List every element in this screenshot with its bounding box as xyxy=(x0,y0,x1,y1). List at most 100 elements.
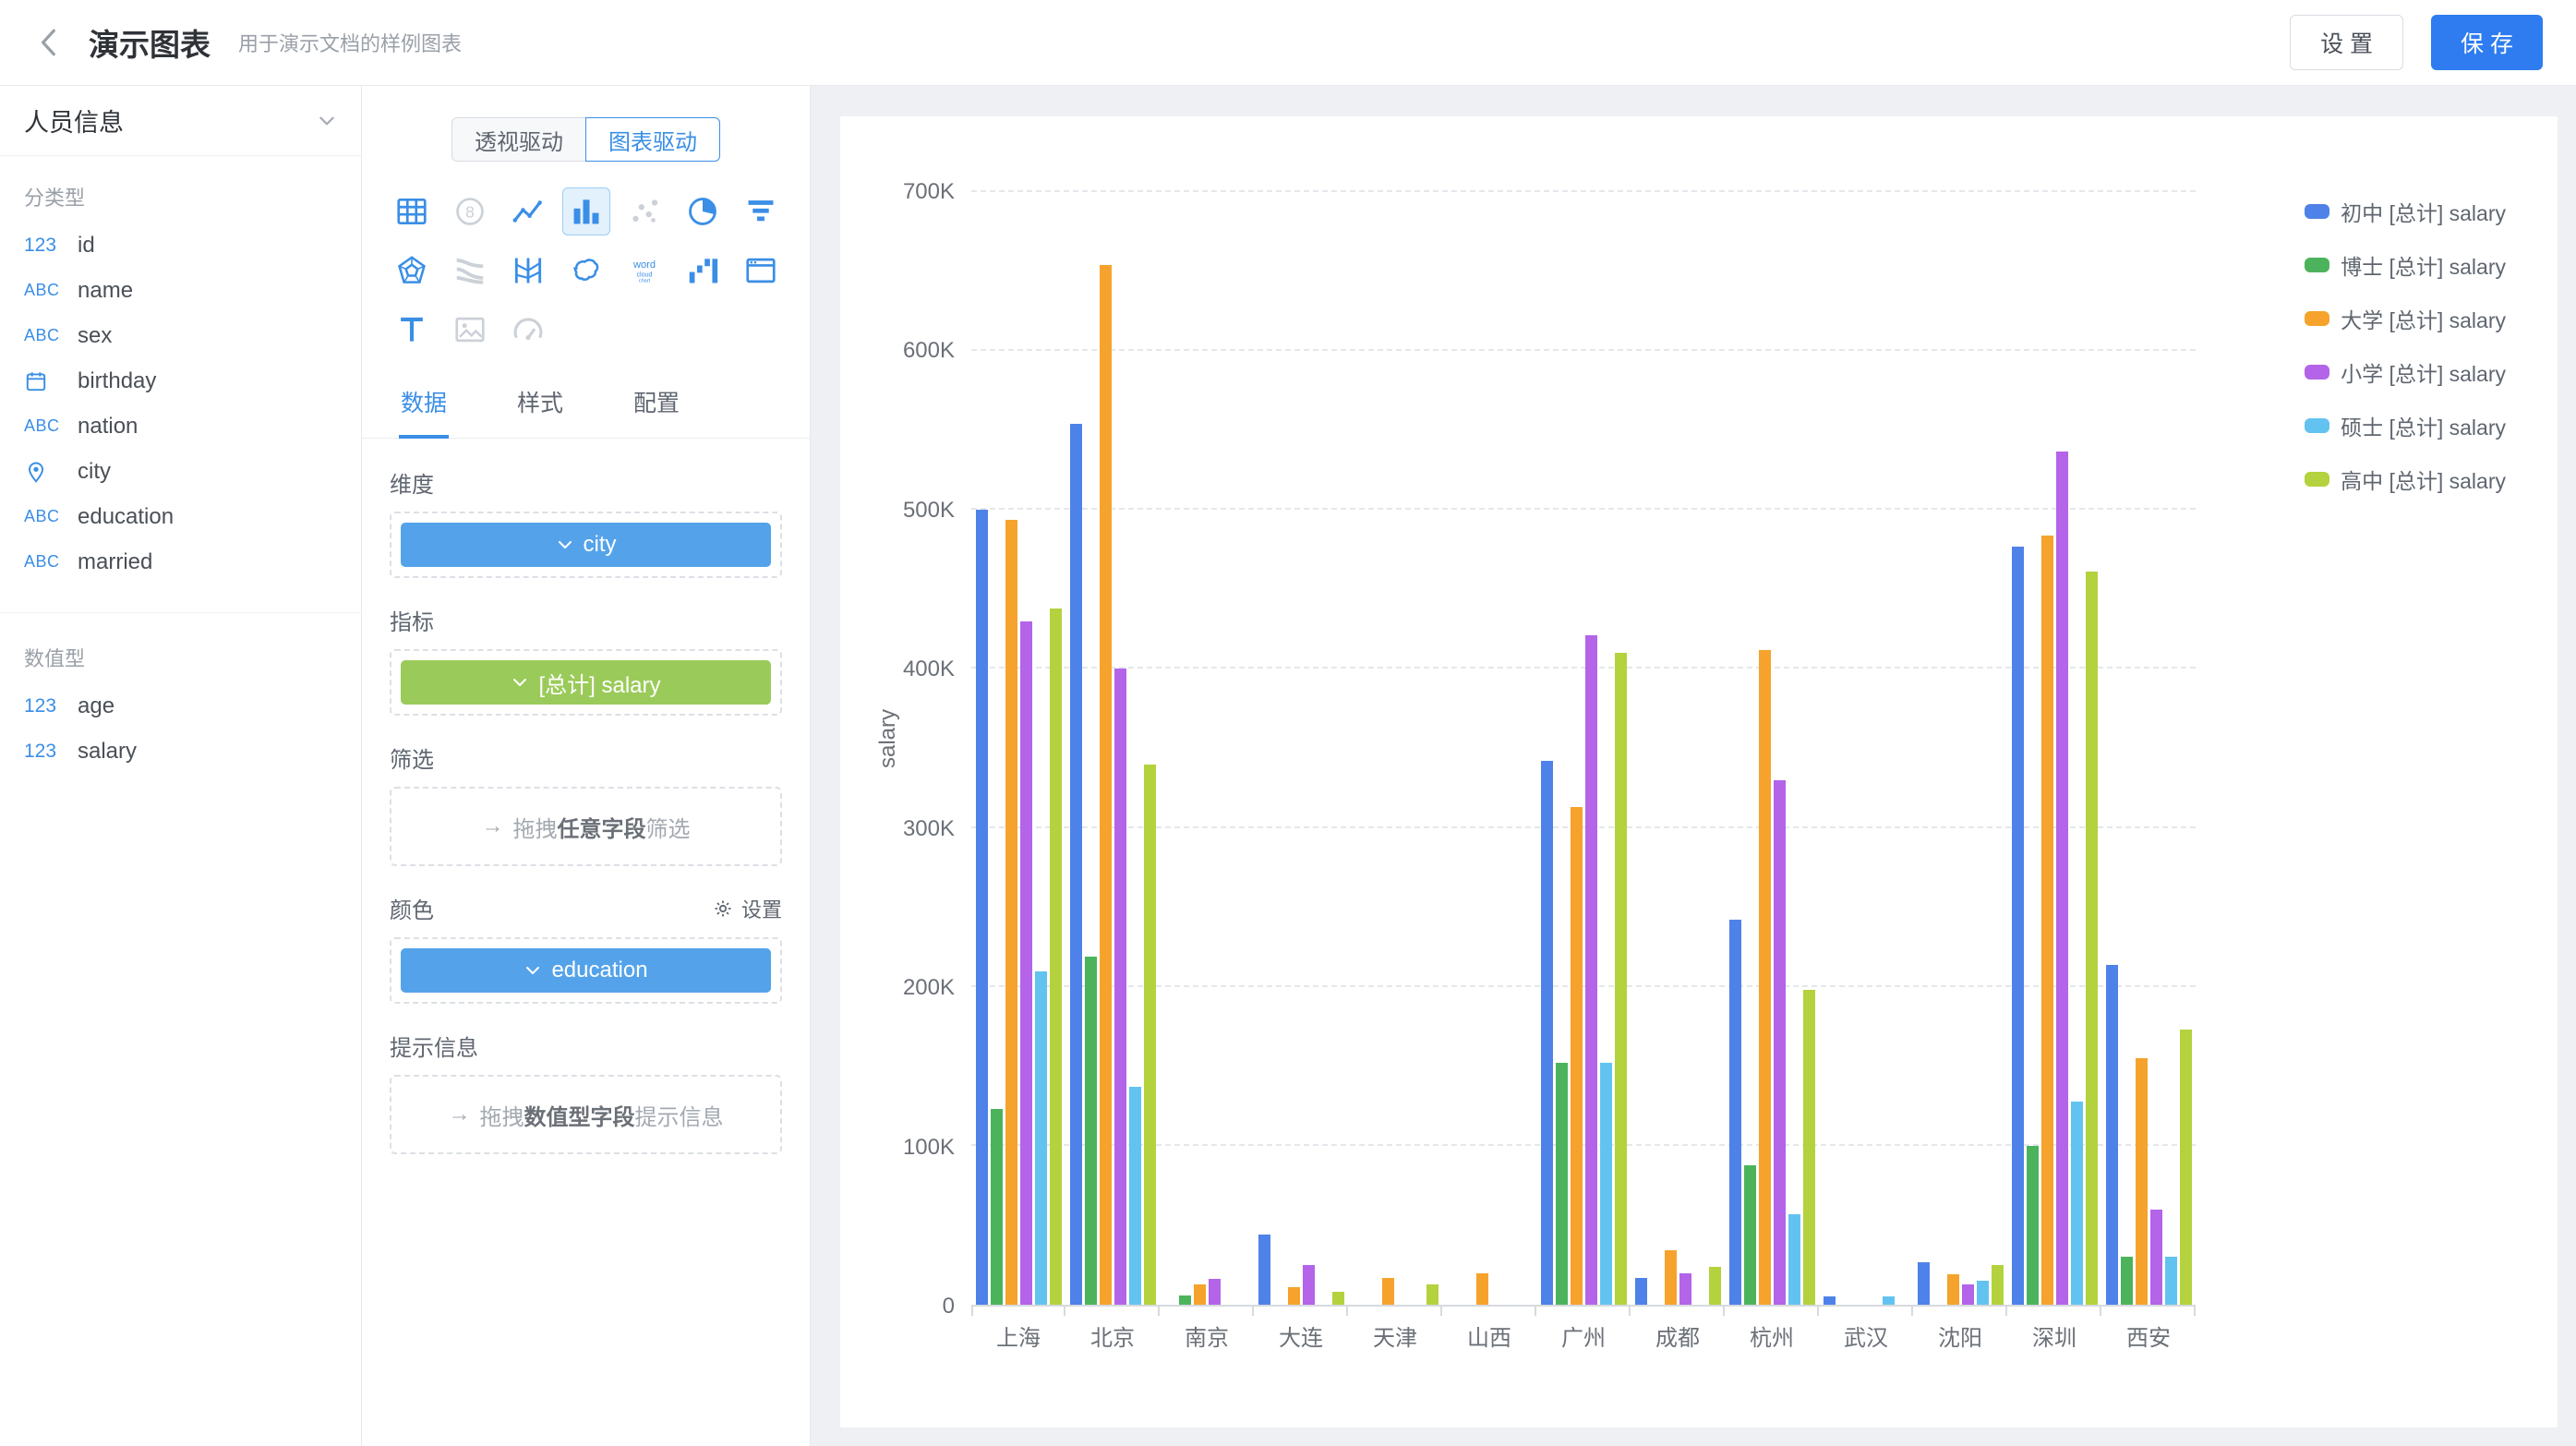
tab-data[interactable]: 数据 xyxy=(399,370,449,439)
mode-tab-pivot[interactable]: 透视驱动 xyxy=(451,117,586,162)
bar[interactable] xyxy=(2086,572,2098,1305)
bar[interactable] xyxy=(2121,1257,2133,1305)
bar[interactable] xyxy=(1615,653,1627,1305)
save-button[interactable]: 保 存 xyxy=(2431,15,2543,70)
bar[interactable] xyxy=(1556,1063,1568,1305)
bar[interactable] xyxy=(2027,1146,2039,1305)
bar[interactable] xyxy=(1085,957,1097,1305)
pie-chart-icon[interactable] xyxy=(679,187,727,235)
dataset-selector[interactable]: 人员信息 xyxy=(0,86,361,156)
bar[interactable] xyxy=(2150,1210,2162,1305)
bar[interactable] xyxy=(1918,1262,1930,1305)
bar[interactable] xyxy=(991,1109,1003,1305)
gauge-chart-icon[interactable] xyxy=(504,306,552,354)
legend-item[interactable]: 博士 [总计] salary xyxy=(2305,249,2506,281)
legend-item[interactable]: 小学 [总计] salary xyxy=(2305,356,2506,388)
scatter-chart-icon[interactable] xyxy=(620,187,668,235)
funnel-chart-icon[interactable] xyxy=(737,187,785,235)
bar[interactable] xyxy=(1114,669,1126,1305)
field-married[interactable]: ABCmarried xyxy=(0,539,361,584)
bar[interactable] xyxy=(1635,1278,1647,1305)
image-chart-icon[interactable] xyxy=(446,306,494,354)
legend-item[interactable]: 硕士 [总计] salary xyxy=(2305,410,2506,441)
bar[interactable] xyxy=(1100,265,1112,1305)
mode-tab-chart[interactable]: 图表驱动 xyxy=(585,117,720,162)
bar[interactable] xyxy=(2056,452,2068,1305)
metric-dropzone[interactable]: [总计] salary xyxy=(390,649,782,716)
bar[interactable] xyxy=(1382,1278,1394,1305)
bar[interactable] xyxy=(1977,1281,1989,1305)
dimension-dropzone[interactable]: city xyxy=(390,512,782,578)
bar[interactable] xyxy=(1258,1235,1270,1305)
field-birthday[interactable]: birthday xyxy=(0,358,361,404)
legend-item[interactable]: 高中 [总计] salary xyxy=(2305,464,2506,495)
bar[interactable] xyxy=(2041,536,2053,1305)
bar[interactable] xyxy=(2071,1102,2083,1305)
bar[interactable] xyxy=(2136,1058,2148,1305)
tab-settings[interactable]: 配置 xyxy=(632,370,681,439)
map-chart-icon[interactable] xyxy=(562,247,610,295)
bar[interactable] xyxy=(1332,1292,1344,1305)
table-icon[interactable] xyxy=(388,187,436,235)
back-button[interactable] xyxy=(33,24,65,61)
field-age[interactable]: 123age xyxy=(0,683,361,729)
color-settings-button[interactable]: 设置 xyxy=(712,894,782,923)
bar[interactable] xyxy=(1129,1087,1141,1305)
bar[interactable] xyxy=(1005,520,1017,1305)
bar[interactable] xyxy=(1992,1265,2004,1305)
iframe-chart-icon[interactable] xyxy=(737,247,785,295)
bar[interactable] xyxy=(1759,650,1771,1305)
settings-button[interactable]: 设 置 xyxy=(2290,15,2403,70)
tooltip-dropzone[interactable]: → 拖拽数值型字段提示信息 xyxy=(390,1075,782,1154)
number-card-icon[interactable]: 8 xyxy=(446,187,494,235)
bar[interactable] xyxy=(1679,1273,1691,1305)
bar[interactable] xyxy=(1962,1284,1974,1305)
field-id[interactable]: 123id xyxy=(0,223,361,268)
bar[interactable] xyxy=(2012,547,2024,1305)
field-city[interactable]: city xyxy=(0,449,361,494)
wordcloud-chart-icon[interactable]: wordcloudchart xyxy=(620,247,668,295)
bar[interactable] xyxy=(1179,1295,1191,1305)
dimension-pill[interactable]: city xyxy=(401,523,771,567)
bar[interactable] xyxy=(1070,424,1082,1305)
bar[interactable] xyxy=(1426,1284,1438,1305)
bar[interactable] xyxy=(1035,971,1047,1306)
bar-chart-icon[interactable] xyxy=(562,187,610,235)
bar[interactable] xyxy=(1288,1287,1300,1305)
legend-item[interactable]: 初中 [总计] salary xyxy=(2305,196,2506,227)
color-pill[interactable]: education xyxy=(401,948,771,993)
parallel-chart-icon[interactable] xyxy=(504,247,552,295)
bar[interactable] xyxy=(1883,1296,1895,1305)
bar[interactable] xyxy=(1476,1273,1488,1305)
bar[interactable] xyxy=(1571,807,1583,1305)
color-dropzone[interactable]: education xyxy=(390,937,782,1004)
filter-dropzone[interactable]: → 拖拽任意字段筛选 xyxy=(390,787,782,866)
bar[interactable] xyxy=(1194,1284,1206,1305)
sankey-chart-icon[interactable] xyxy=(446,247,494,295)
bar[interactable] xyxy=(1665,1250,1677,1305)
metric-pill[interactable]: [总计] salary xyxy=(401,660,771,705)
radar-chart-icon[interactable] xyxy=(388,247,436,295)
bar[interactable] xyxy=(2106,965,2118,1305)
bar[interactable] xyxy=(1144,765,1156,1305)
field-salary[interactable]: 123salary xyxy=(0,729,361,774)
bar[interactable] xyxy=(1209,1279,1221,1305)
bar[interactable] xyxy=(1824,1296,1836,1305)
bar[interactable] xyxy=(1774,780,1786,1305)
field-name[interactable]: ABCname xyxy=(0,268,361,313)
bar[interactable] xyxy=(1729,920,1741,1305)
legend-item[interactable]: 大学 [总计] salary xyxy=(2305,303,2506,334)
bar[interactable] xyxy=(1788,1214,1800,1305)
bar[interactable] xyxy=(2165,1257,2177,1305)
tab-style[interactable]: 样式 xyxy=(515,370,565,439)
bar[interactable] xyxy=(976,510,988,1305)
bar[interactable] xyxy=(1541,761,1553,1305)
bar[interactable] xyxy=(1947,1274,1959,1305)
bar[interactable] xyxy=(1020,621,1032,1305)
bar[interactable] xyxy=(2180,1030,2192,1305)
bar[interactable] xyxy=(1600,1063,1612,1305)
text-chart-icon[interactable] xyxy=(388,306,436,354)
field-education[interactable]: ABCeducation xyxy=(0,494,361,539)
waterfall-chart-icon[interactable] xyxy=(679,247,727,295)
bar[interactable] xyxy=(1050,609,1062,1305)
